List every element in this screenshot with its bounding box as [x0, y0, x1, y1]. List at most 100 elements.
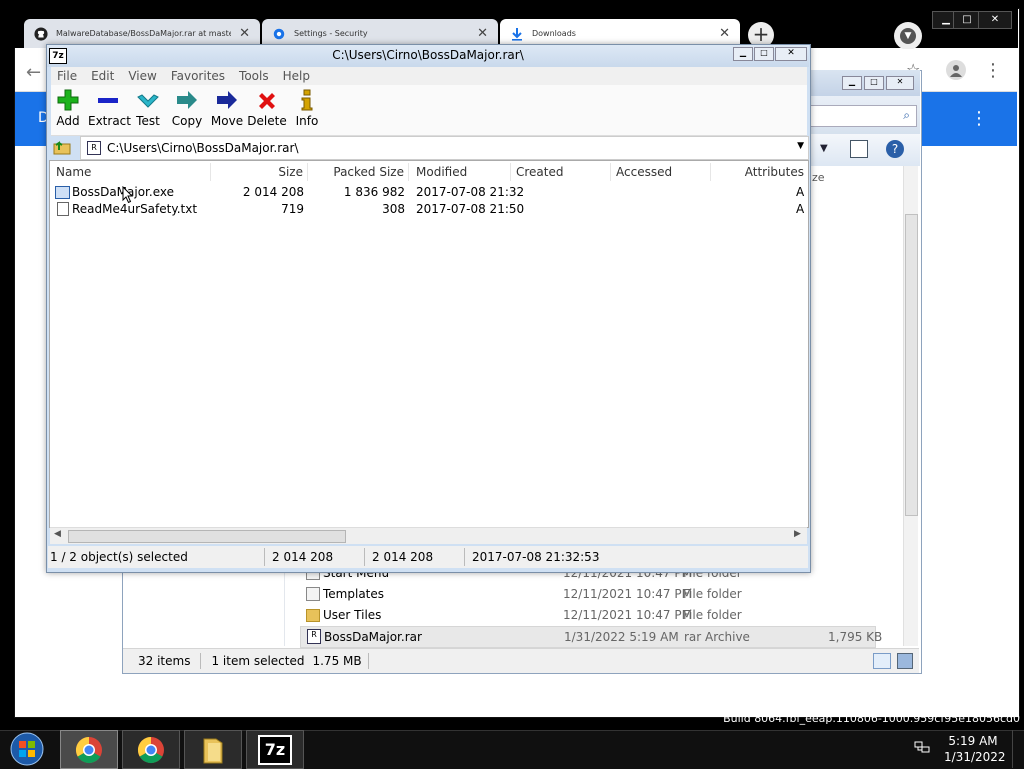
system-clock[interactable]: 5:19 AM 1/31/2022 [944, 733, 1006, 765]
column-name[interactable]: Name [56, 163, 211, 181]
taskbar-7zip[interactable]: 7z [246, 730, 304, 769]
large-icons-view-icon[interactable] [897, 653, 913, 669]
close-tab-icon[interactable]: ✕ [239, 26, 250, 41]
preview-pane-icon[interactable] [850, 140, 868, 158]
menu-bar: File Edit View Favorites Tools Help [51, 67, 807, 85]
table-row[interactable]: BossDaMajor.exe 2 014 208 1 836 982 2017… [52, 185, 806, 202]
column-attributes[interactable]: Attributes [716, 163, 804, 181]
explorer-vscrollbar[interactable] [903, 166, 918, 646]
github-icon [34, 26, 48, 41]
text-file-icon [57, 202, 69, 216]
move-arrow-icon [207, 85, 247, 111]
file-date: 1/31/2022 5:19 AM [564, 630, 679, 644]
tab-title: Downloads [532, 29, 576, 38]
start-button[interactable] [8, 731, 46, 767]
plus-icon [48, 85, 88, 111]
mouse-cursor-icon [122, 185, 134, 207]
explorer-maximize-button[interactable]: □ [864, 76, 884, 90]
back-arrow-icon[interactable]: ← [26, 62, 41, 83]
menu-tools[interactable]: Tools [233, 69, 277, 83]
chrome-menu-button[interactable]: ▼ [894, 22, 922, 50]
close-tab-icon[interactable]: ✕ [719, 26, 730, 41]
chrome-icon [75, 736, 102, 763]
view-options-chevron-icon[interactable]: ▼ [820, 143, 828, 154]
column-accessed[interactable]: Accessed [616, 163, 711, 181]
show-desktop-button[interactable] [1012, 730, 1024, 768]
column-size[interactable]: Size [210, 163, 308, 181]
network-icon[interactable] [914, 740, 930, 758]
details-view-icon[interactable] [873, 653, 891, 669]
7zip-titlebar: 7z C:\Users\Cirno\BossDaMajor.rar\ ▁ □ ✕ [47, 45, 809, 67]
chevron-down-icon: ▼ [900, 28, 916, 44]
file-size: 1,795 KB [828, 630, 883, 644]
scrollbar-thumb[interactable] [68, 530, 346, 543]
file-size: 719 [281, 202, 304, 216]
checkmark-icon [128, 85, 168, 111]
column-modified[interactable]: Modified [416, 163, 511, 181]
download-icon [510, 27, 524, 41]
add-button[interactable]: Add [48, 85, 88, 135]
test-button[interactable]: Test [128, 85, 168, 135]
scroll-left-icon[interactable]: ◀ [54, 529, 61, 539]
help-icon[interactable]: ? [886, 140, 904, 158]
tab-title: MalwareDatabase/BossDaMajor.rar at maste… [56, 29, 231, 38]
menu-view[interactable]: View [122, 69, 164, 83]
selection-status: 1 / 2 object(s) selected [50, 550, 188, 564]
file-type: File folder [683, 608, 742, 622]
file-packed-size: 308 [382, 202, 405, 216]
file-name: User Tiles [323, 608, 382, 622]
7zip-close-button[interactable]: ✕ [775, 47, 807, 61]
file-attributes: A [796, 185, 805, 199]
file-name: ReadMe4urSafety.txt [72, 202, 198, 216]
rar-archive-icon: R [87, 141, 101, 155]
search-icon: ⌕ [903, 108, 910, 122]
7zip-hscrollbar[interactable]: ◀ ▶ [50, 527, 807, 544]
account-icon[interactable] [946, 60, 966, 80]
folder-icon [203, 738, 223, 763]
size-column-header[interactable]: ze [812, 171, 825, 184]
scrollbar-thumb[interactable] [905, 214, 918, 516]
list-item[interactable]: Templates 12/11/2021 10:47 PM File folde… [300, 584, 880, 604]
copy-button[interactable]: Copy [167, 85, 207, 135]
selected-size: 2 014 208 [272, 550, 334, 564]
address-dropdown-icon[interactable]: ▼ [797, 141, 804, 151]
taskbar-file-explorer[interactable] [184, 730, 242, 769]
list-item[interactable]: User Tiles 12/11/2021 10:47 PM File fold… [300, 605, 880, 625]
list-item-selected[interactable]: R BossDaMajor.rar 1/31/2022 5:19 AM rar … [300, 626, 882, 648]
menu-help[interactable]: Help [277, 69, 318, 83]
close-tab-icon[interactable]: ✕ [477, 26, 488, 41]
delete-button[interactable]: Delete [247, 85, 287, 135]
7zip-maximize-button[interactable]: □ [754, 47, 774, 61]
chrome-icon [137, 736, 164, 763]
kebab-menu-icon[interactable]: ⋮ [984, 60, 1002, 81]
selected-packed-size: 2 014 208 [372, 550, 434, 564]
scroll-right-icon[interactable]: ▶ [794, 529, 801, 539]
downloads-heading-partial: D [38, 110, 46, 126]
tab-title: Settings - Security [294, 29, 368, 38]
explorer-status-bar: 32 items 1 item selected 1.75 MB [123, 648, 919, 673]
maximize-button[interactable]: □ [953, 11, 981, 29]
taskbar-chrome-active[interactable] [60, 730, 118, 769]
7zip-minimize-button[interactable]: ▁ [733, 47, 753, 61]
explorer-minimize-button[interactable]: ▁ [842, 76, 862, 90]
menu-edit[interactable]: Edit [85, 69, 122, 83]
column-created[interactable]: Created [516, 163, 611, 181]
downloads-more-icon[interactable]: ⋮ [970, 108, 988, 129]
explorer-search-input[interactable]: ⌕ [810, 105, 917, 127]
7zip-status-bar: 1 / 2 object(s) selected 2 014 208 2 014… [48, 546, 808, 568]
info-button[interactable]: Info [287, 85, 327, 135]
taskbar-chrome[interactable] [122, 730, 180, 769]
minus-icon [88, 85, 128, 111]
table-row[interactable]: ReadMe4urSafety.txt 719 308 2017-07-08 2… [52, 202, 806, 219]
selection-count: 1 item selected [211, 654, 305, 668]
column-packed-size[interactable]: Packed Size [308, 163, 409, 181]
up-folder-icon[interactable] [52, 137, 72, 157]
explorer-close-button[interactable]: ✕ [886, 76, 914, 90]
address-input[interactable]: R C:\Users\Cirno\BossDaMajor.rar\ ▼ [80, 136, 809, 160]
file-type: File folder [683, 587, 742, 601]
close-button[interactable]: ✕ [978, 11, 1012, 29]
menu-favorites[interactable]: Favorites [165, 69, 233, 83]
extract-button[interactable]: Extract [88, 85, 131, 135]
menu-file[interactable]: File [51, 69, 85, 83]
move-button[interactable]: Move [207, 85, 247, 135]
